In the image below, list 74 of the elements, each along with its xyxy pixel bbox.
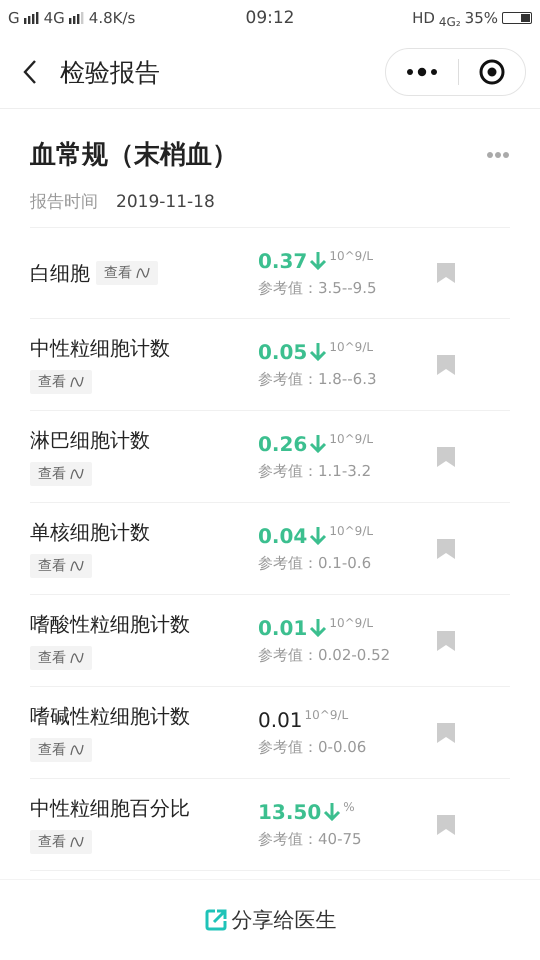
- unit-label: 10^9/L: [304, 708, 348, 722]
- bookmark-icon[interactable]: [436, 722, 456, 744]
- unit-label: 10^9/L: [329, 340, 374, 354]
- result-value: 0.26: [258, 432, 308, 456]
- test-name: 中性粒细胞百分比: [30, 795, 190, 822]
- bookmark-icon[interactable]: [436, 538, 456, 560]
- test-name: 嗜酸性粒细胞计数: [30, 611, 190, 638]
- network-label: 4G₂: [438, 15, 461, 29]
- wave-icon: [70, 376, 84, 388]
- reference-range: 参考值：1.8--6.3: [258, 370, 378, 389]
- view-trend-button[interactable]: 查看: [30, 646, 92, 670]
- network-speed: 4.8K/s: [88, 9, 136, 27]
- clock: 09:12: [246, 8, 294, 28]
- result-value: 0.01: [258, 708, 303, 732]
- bookmark-icon[interactable]: [436, 262, 456, 284]
- wave-icon: [70, 836, 84, 848]
- reference-range: 参考值：0-0.06: [258, 738, 368, 757]
- bookmark-icon[interactable]: [436, 354, 456, 376]
- down-arrow-icon: [309, 250, 328, 270]
- unit-label: 10^9/L: [329, 616, 374, 630]
- result-value: 0.05: [258, 340, 308, 364]
- wave-icon: [70, 560, 84, 572]
- share-button[interactable]: 分享给医生: [198, 905, 342, 935]
- battery-percent: 35%: [464, 9, 498, 27]
- reference-range: 参考值：40-75: [258, 830, 363, 849]
- share-icon: [204, 908, 228, 932]
- down-arrow-icon: [309, 526, 328, 546]
- battery-icon: [502, 12, 532, 24]
- down-arrow-icon: [309, 434, 328, 454]
- bookmark-icon[interactable]: [436, 630, 456, 652]
- view-trend-button[interactable]: 查看: [30, 738, 92, 762]
- view-trend-button[interactable]: 查看: [30, 370, 92, 394]
- unit-label: 10^9/L: [329, 432, 374, 446]
- result-value: 0.01: [258, 616, 308, 640]
- report-title: 血常规（末梢血）: [30, 139, 238, 172]
- down-arrow-icon: [323, 802, 342, 822]
- view-trend-button[interactable]: 查看: [30, 462, 92, 486]
- back-icon[interactable]: [22, 59, 38, 85]
- result-value: 13.50: [258, 800, 322, 824]
- result-value: 0.04: [258, 524, 308, 548]
- wave-icon: [70, 652, 84, 664]
- reference-range: 参考值：0.02-0.52: [258, 646, 392, 665]
- wave-icon: [70, 744, 84, 756]
- view-trend-button[interactable]: 查看: [30, 830, 92, 854]
- reference-range: 参考值：1.1-3.2: [258, 462, 372, 481]
- bookmark-icon[interactable]: [436, 446, 456, 468]
- close-icon[interactable]: [479, 59, 505, 85]
- hd-label: HD: [412, 9, 435, 27]
- test-name: 中性粒细胞计数: [30, 335, 170, 362]
- unit-label: 10^9/L: [329, 524, 374, 538]
- time-label: 报告时间: [30, 191, 98, 213]
- reference-range: 参考值：0.1-0.6: [258, 554, 372, 573]
- down-arrow-icon: [309, 342, 328, 362]
- carrier-label: G: [8, 9, 20, 27]
- wave-icon: [136, 267, 150, 279]
- result-value: 0.37: [258, 248, 308, 272]
- view-trend-button[interactable]: 查看: [30, 554, 92, 578]
- test-name: 嗜碱性粒细胞计数: [30, 703, 190, 730]
- more-icon[interactable]: [406, 67, 438, 77]
- report-date: 2019-11-18: [116, 192, 215, 212]
- reference-range: 参考值：3.5--9.5: [258, 278, 378, 298]
- signal-icon: [68, 12, 85, 24]
- view-trend-button[interactable]: 查看: [96, 261, 158, 285]
- wave-icon: [70, 468, 84, 480]
- test-name: 单核细胞计数: [30, 519, 150, 546]
- test-name: 白细胞: [30, 260, 90, 286]
- test-name: 淋巴细胞计数: [30, 427, 150, 454]
- network-label: 4G: [44, 9, 65, 27]
- page-title: 检验报告: [60, 56, 161, 88]
- down-arrow-icon: [309, 618, 328, 638]
- unit-label: 10^9/L: [329, 248, 374, 262]
- signal-icon: [24, 12, 40, 24]
- bookmark-icon[interactable]: [436, 814, 456, 836]
- unit-label: %: [343, 800, 355, 814]
